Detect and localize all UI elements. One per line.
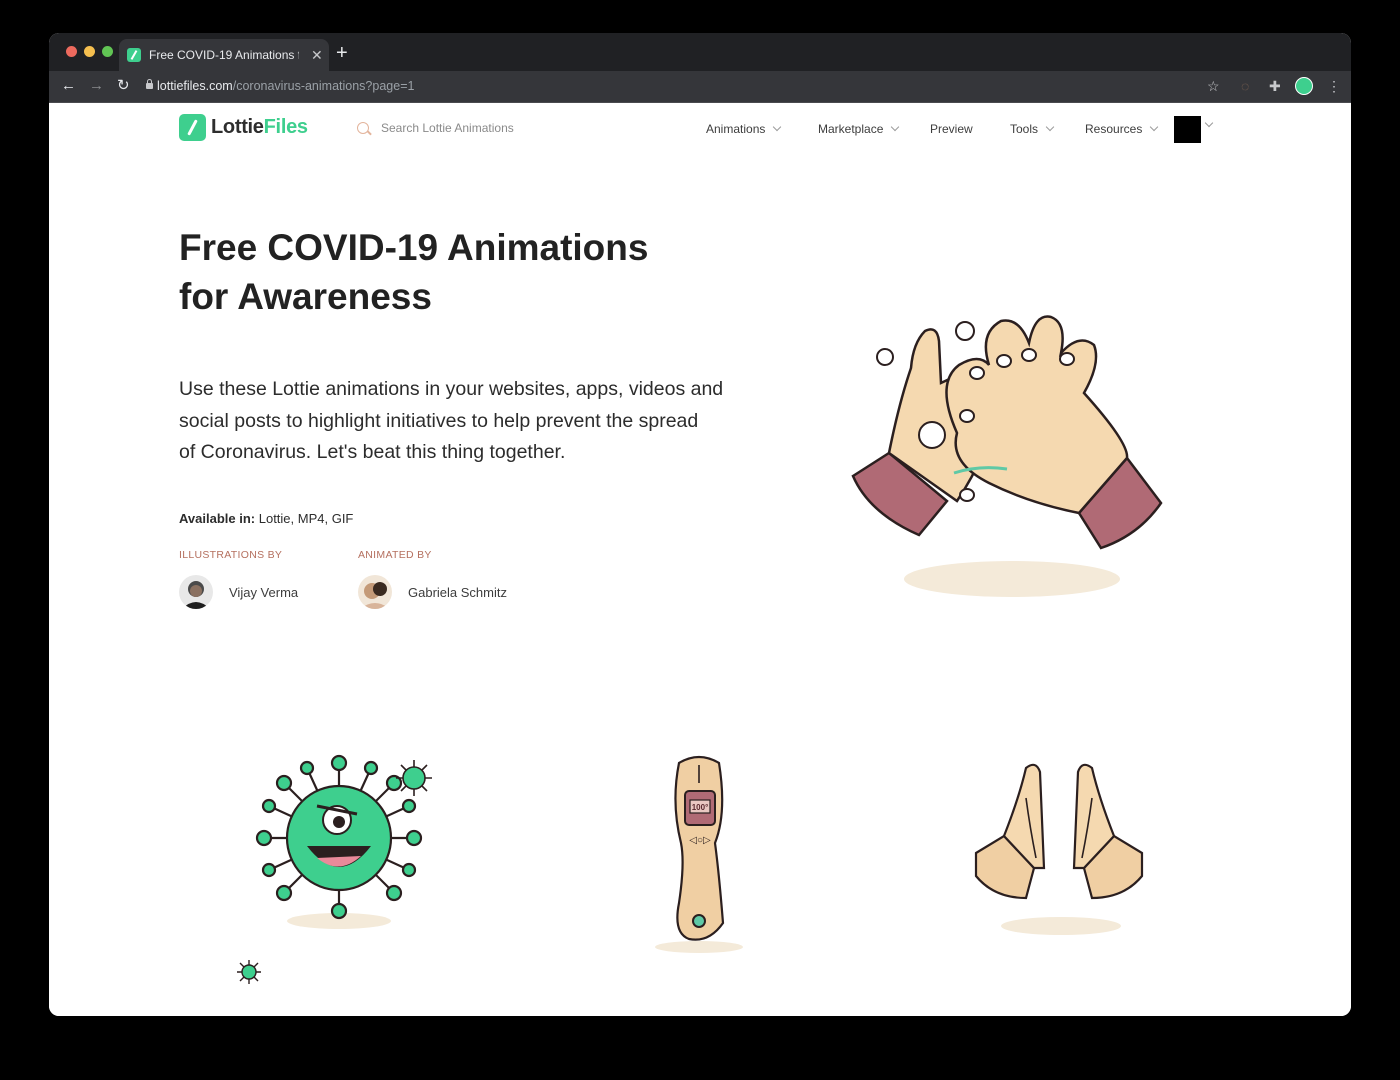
chevron-down-icon (1150, 122, 1159, 132)
user-menu-chevron[interactable] (1204, 118, 1214, 128)
search-bar[interactable]: Search Lottie Animations (357, 121, 514, 135)
user-avatar[interactable] (1174, 116, 1201, 143)
tab-strip: Free COVID-19 Animations for ✕ + (49, 33, 1351, 71)
nav-tools[interactable]: Tools (1010, 122, 1055, 136)
logo-text-lottie: Lottie (211, 116, 264, 138)
url-field[interactable]: lottiefiles.com/coronavirus-animations?p… (157, 77, 414, 95)
logo-mark-icon (179, 114, 206, 141)
forward-icon[interactable]: → (89, 77, 104, 95)
close-window-button[interactable] (66, 46, 77, 57)
minimize-window-button[interactable] (84, 46, 95, 57)
thermometer-reading: 100° (692, 803, 709, 812)
maximize-window-button[interactable] (102, 46, 113, 57)
lottiefiles-logo[interactable]: LottieFiles (179, 114, 308, 141)
search-icon (357, 122, 369, 134)
available-label: Available in: (179, 511, 256, 526)
small-virus-icon (396, 760, 432, 796)
search-input[interactable]: Search Lottie Animations (381, 121, 514, 135)
praying-hands-illustration (974, 763, 1144, 935)
illustrator-credit[interactable]: Vijay Verma (179, 575, 298, 609)
description-line-3: of Coronavirus. Let's beat this thing to… (179, 441, 566, 463)
handwashing-illustration (851, 315, 1163, 597)
reload-icon[interactable]: ↻ (117, 77, 130, 95)
illustrator-name[interactable]: Vijay Verma (229, 585, 298, 600)
illustrations-by-label: ILLUSTRATIONS BY (179, 549, 283, 561)
thermometer-illustration: 100° ◁○▷ (655, 755, 743, 953)
description-line-1: Use these Lottie animations in your webs… (179, 378, 724, 400)
nav-animations[interactable]: Animations (706, 122, 782, 136)
new-tab-button[interactable]: + (336, 40, 348, 66)
animator-credit[interactable]: Gabriela Schmitz (358, 575, 507, 609)
address-bar: ← → ↻ lottiefiles.com/coronavirus-animat… (49, 71, 1351, 103)
bookmark-star-icon[interactable]: ☆ (1207, 77, 1220, 95)
animator-avatar (358, 575, 392, 609)
animator-name[interactable]: Gabriela Schmitz (408, 585, 507, 600)
page-content: LottieFiles Search Lottie Animations Ani… (49, 103, 1351, 1016)
extension-icon[interactable]: ◌ (1241, 77, 1249, 95)
logo-text-files: Files (263, 116, 308, 138)
chevron-down-icon (1204, 118, 1214, 128)
back-icon[interactable]: ← (61, 77, 76, 95)
nav-marketplace-label: Marketplace (818, 122, 884, 136)
url-path: /coronavirus-animations?page=1 (232, 79, 415, 93)
chevron-down-icon (1045, 122, 1055, 132)
url-host: lottiefiles.com (157, 79, 233, 93)
profile-avatar[interactable] (1295, 77, 1313, 95)
nav-preview-label: Preview (930, 122, 973, 136)
nav-preview[interactable]: Preview (930, 122, 973, 136)
puzzle-extensions-icon[interactable]: ✚ (1269, 77, 1281, 95)
nav-animations-label: Animations (706, 122, 766, 136)
menu-kebab-icon[interactable]: ⋮ (1327, 77, 1341, 95)
nav-resources-label: Resources (1085, 122, 1143, 136)
title-line-2: for Awareness (179, 276, 432, 317)
nav-marketplace[interactable]: Marketplace (818, 122, 900, 136)
lottiefiles-favicon-icon (127, 48, 141, 62)
chevron-down-icon (773, 122, 782, 132)
chevron-down-icon (891, 122, 900, 132)
title-line-1: Free COVID-19 Animations (179, 227, 649, 268)
active-tab[interactable]: Free COVID-19 Animations for ✕ (119, 39, 329, 71)
tab-title: Free COVID-19 Animations for (149, 48, 299, 62)
available-formats: Available in: Lottie, MP4, GIF (179, 511, 353, 526)
logo-text: LottieFiles (211, 116, 308, 139)
available-formats-value: Lottie, MP4, GIF (258, 511, 354, 526)
nav-tools-label: Tools (1010, 122, 1039, 136)
tab-close-icon[interactable]: ✕ (311, 47, 323, 64)
hero-description: Use these Lottie animations in your webs… (179, 374, 799, 469)
animated-by-label: ANIMATED BY (358, 549, 432, 561)
description-line-2: social posts to highlight initiatives to… (179, 409, 699, 432)
small-virus-icon (237, 960, 261, 984)
illustrator-avatar (179, 575, 213, 609)
lock-icon (146, 79, 153, 89)
page-title: Free COVID-19 Animations for Awareness (179, 223, 739, 321)
thermometer-controls-icon: ◁○▷ (689, 835, 711, 846)
browser-window: Free COVID-19 Animations for ✕ + ← → ↻ l… (49, 33, 1351, 1016)
nav-resources[interactable]: Resources (1085, 122, 1159, 136)
